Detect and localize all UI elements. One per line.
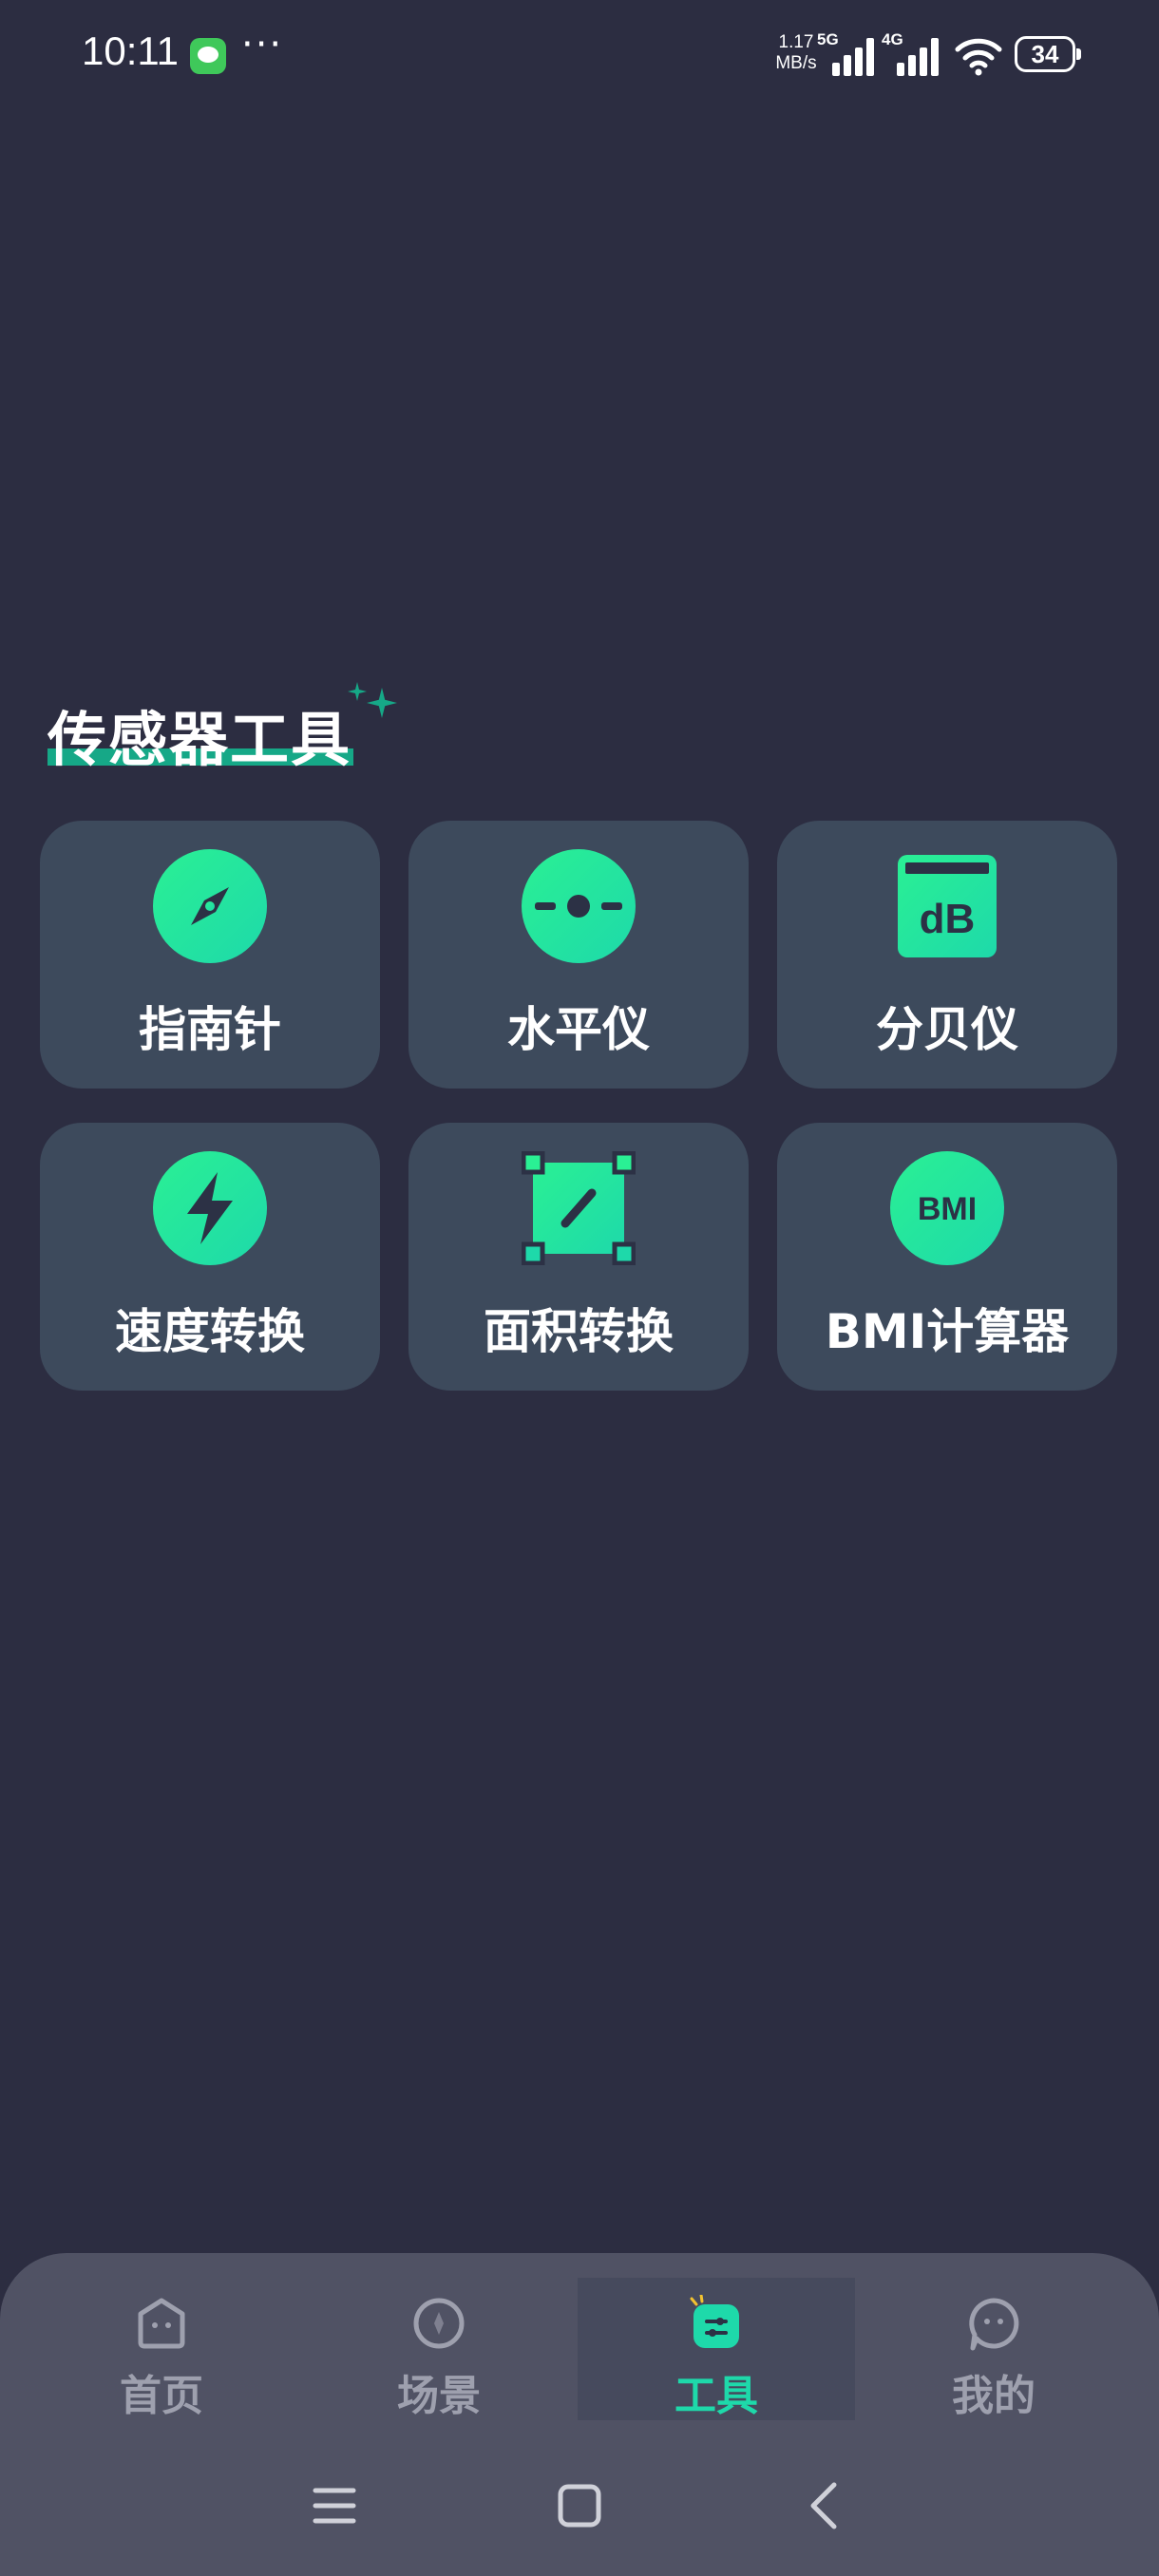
area-icon	[521, 1150, 636, 1266]
level-icon	[522, 849, 636, 963]
nav-label: 工具	[674, 2372, 758, 2420]
tool-card-level[interactable]: 水平仪	[408, 821, 749, 1089]
tool-label: 面积转换	[484, 1304, 674, 1359]
tool-card-speed-conversion[interactable]: 速度转换	[40, 1123, 380, 1391]
network-type-5g: 5G	[817, 30, 839, 48]
chevron-left-icon	[810, 2482, 837, 2529]
profile-icon	[965, 2295, 1022, 2352]
menu-icon	[313, 2488, 356, 2524]
nav-label: 首页	[120, 2372, 203, 2420]
network-speed: 1.17 MB/s	[768, 32, 825, 74]
sparkle-large-icon	[367, 688, 397, 718]
section-title-text: 传感器工具	[48, 705, 352, 774]
tool-label: 水平仪	[507, 1002, 650, 1057]
sparkle-small-icon	[348, 682, 367, 701]
tool-label: 速度转换	[115, 1304, 305, 1359]
signal-5g-icon: 5G	[817, 30, 880, 76]
nav-item-home[interactable]: 首页	[23, 2278, 300, 2420]
wifi-icon	[954, 34, 1003, 76]
decibel-icon-text: dB	[920, 896, 976, 942]
tool-card-area-conversion[interactable]: 面积转换	[408, 1123, 749, 1391]
system-back-button[interactable]	[796, 2477, 853, 2534]
signal-4g-icon: 4G	[882, 30, 944, 76]
system-menu-button[interactable]	[306, 2477, 363, 2534]
tool-card-decibel-meter[interactable]: dB 分贝仪	[777, 821, 1117, 1089]
battery-icon: 34	[1015, 36, 1081, 72]
network-type-4g: 4G	[882, 30, 903, 48]
square-home-icon	[558, 2484, 601, 2528]
nav-item-profile[interactable]: 我的	[855, 2278, 1132, 2420]
nav-item-tools[interactable]: 工具	[578, 2278, 855, 2420]
tool-label: 指南针	[139, 1002, 281, 1057]
network-speed-value: 1.17	[778, 32, 814, 52]
decibel-meter-icon: dB	[890, 849, 1004, 963]
message-notification-icon	[190, 38, 226, 74]
more-notifications-icon: ···	[241, 23, 284, 66]
tool-label: 分贝仪	[876, 1002, 1018, 1057]
tool-card-compass[interactable]: 指南针	[40, 821, 380, 1089]
bmi-icon: BMI	[890, 1151, 1004, 1265]
system-home-button[interactable]	[551, 2477, 608, 2534]
home-icon	[133, 2295, 190, 2352]
section-title: 传感器工具	[48, 691, 353, 774]
nav-item-scene[interactable]: 场景	[300, 2278, 578, 2420]
network-speed-unit: MB/s	[775, 53, 817, 73]
compass-icon	[153, 849, 267, 963]
bmi-icon-text: BMI	[918, 1191, 977, 1227]
tool-label: BMI计算器	[825, 1304, 1070, 1359]
nav-label: 我的	[952, 2372, 1036, 2420]
status-bar: 10:11 ··· 1.17 MB/s 5G 4G 34	[0, 0, 1159, 114]
lightning-icon	[153, 1151, 267, 1265]
tool-card-bmi-calculator[interactable]: BMI BMI计算器	[777, 1123, 1117, 1391]
status-time: 10:11	[82, 28, 179, 73]
tools-icon	[688, 2293, 745, 2352]
nav-label: 场景	[397, 2372, 481, 2420]
scene-icon	[410, 2295, 467, 2352]
